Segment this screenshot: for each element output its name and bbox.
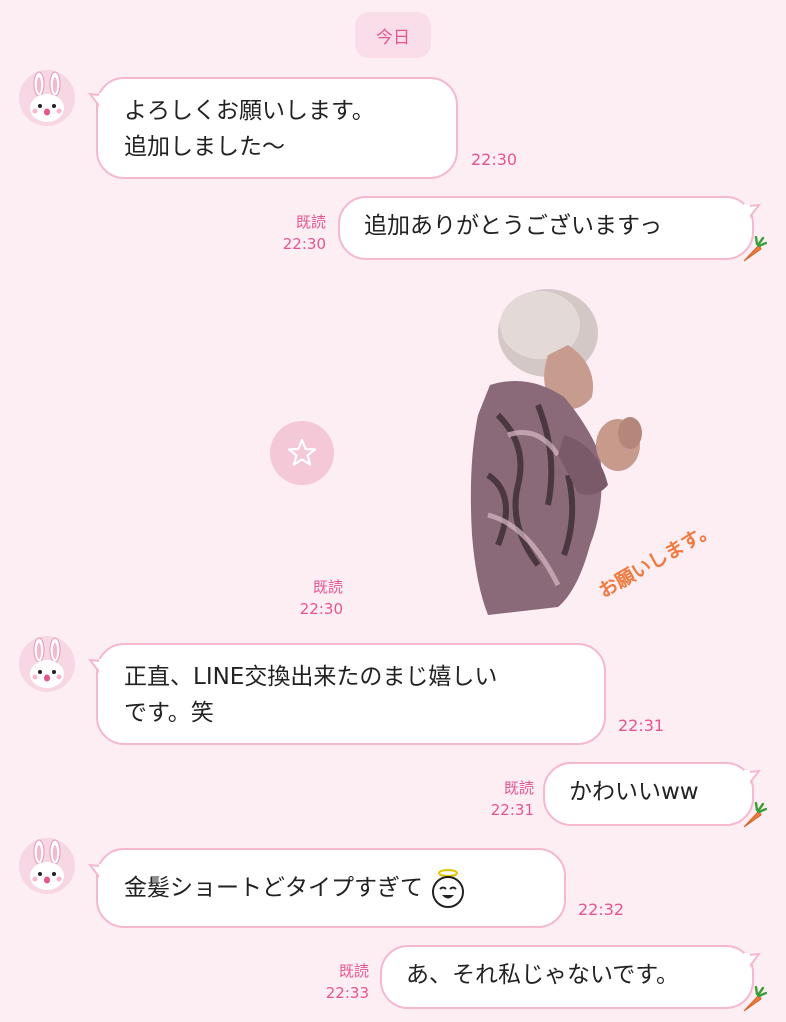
contact-avatar[interactable] [19,636,75,692]
message-text: 正直、LINE交換出来たのまじ嬉しい [124,664,498,690]
elderly-person-sticker-image [470,289,642,615]
carrot-icon [743,236,767,262]
contact-avatar[interactable] [19,838,75,894]
outgoing-message-bubble[interactable]: 追加ありがとうございますっ [338,196,761,260]
bubble-tail [744,770,761,790]
timestamp: 22:30 [299,600,343,618]
bunny-avatar-icon [30,71,64,122]
timestamp: 22:30 [471,150,518,169]
timestamp: 22:32 [578,900,625,919]
message-text: です。笑 [124,700,214,726]
read-receipt: 既読 [338,962,369,980]
bubble-tail [744,953,761,973]
bunny-avatar-icon [30,839,64,890]
angel-face-emoji-icon [432,869,464,908]
date-separator: 今日 [355,12,431,58]
message-text: 追加ありがとうございますっ [364,213,663,239]
timestamp: 22:33 [325,984,369,1002]
incoming-message-bubble[interactable]: 金髪ショートどタイプすぎて [88,848,566,928]
read-receipt: 既読 [503,779,534,797]
bubble-tail [744,204,761,224]
timestamp: 22:30 [282,235,326,253]
timestamp: 22:31 [618,716,665,735]
message-text: 金髪ショートどタイプすぎて [124,875,423,901]
carrot-icon [743,986,767,1012]
carrot-icon [743,802,767,828]
read-receipt: 既読 [312,578,343,596]
message-text: よろしくお願いします。 [124,98,375,124]
outgoing-message-bubble[interactable]: あ、それ私じゃないです。 [380,945,761,1009]
incoming-message-bubble[interactable]: よろしくお願いします。 追加しました〜 [88,77,458,179]
bunny-avatar-icon [30,637,64,688]
timestamp: 22:31 [490,801,534,819]
bubble-tail [88,93,105,113]
read-receipt: 既読 [295,213,326,231]
sticker[interactable]: お願いします。 [468,285,738,620]
star-icon [287,438,317,466]
incoming-message-bubble[interactable]: 正直、LINE交換出来たのまじ嬉しい です。笑 [88,643,606,745]
outgoing-message-bubble[interactable]: かわいいww [543,762,761,826]
favorite-sticker-button[interactable] [270,421,334,485]
contact-avatar[interactable] [19,70,75,126]
message-text: あ、それ私じゃないです。 [406,962,680,988]
message-text: かわいいww [569,779,699,805]
bubble-tail [88,864,105,884]
message-text: 追加しました〜 [124,134,285,160]
bubble-tail [88,659,105,679]
